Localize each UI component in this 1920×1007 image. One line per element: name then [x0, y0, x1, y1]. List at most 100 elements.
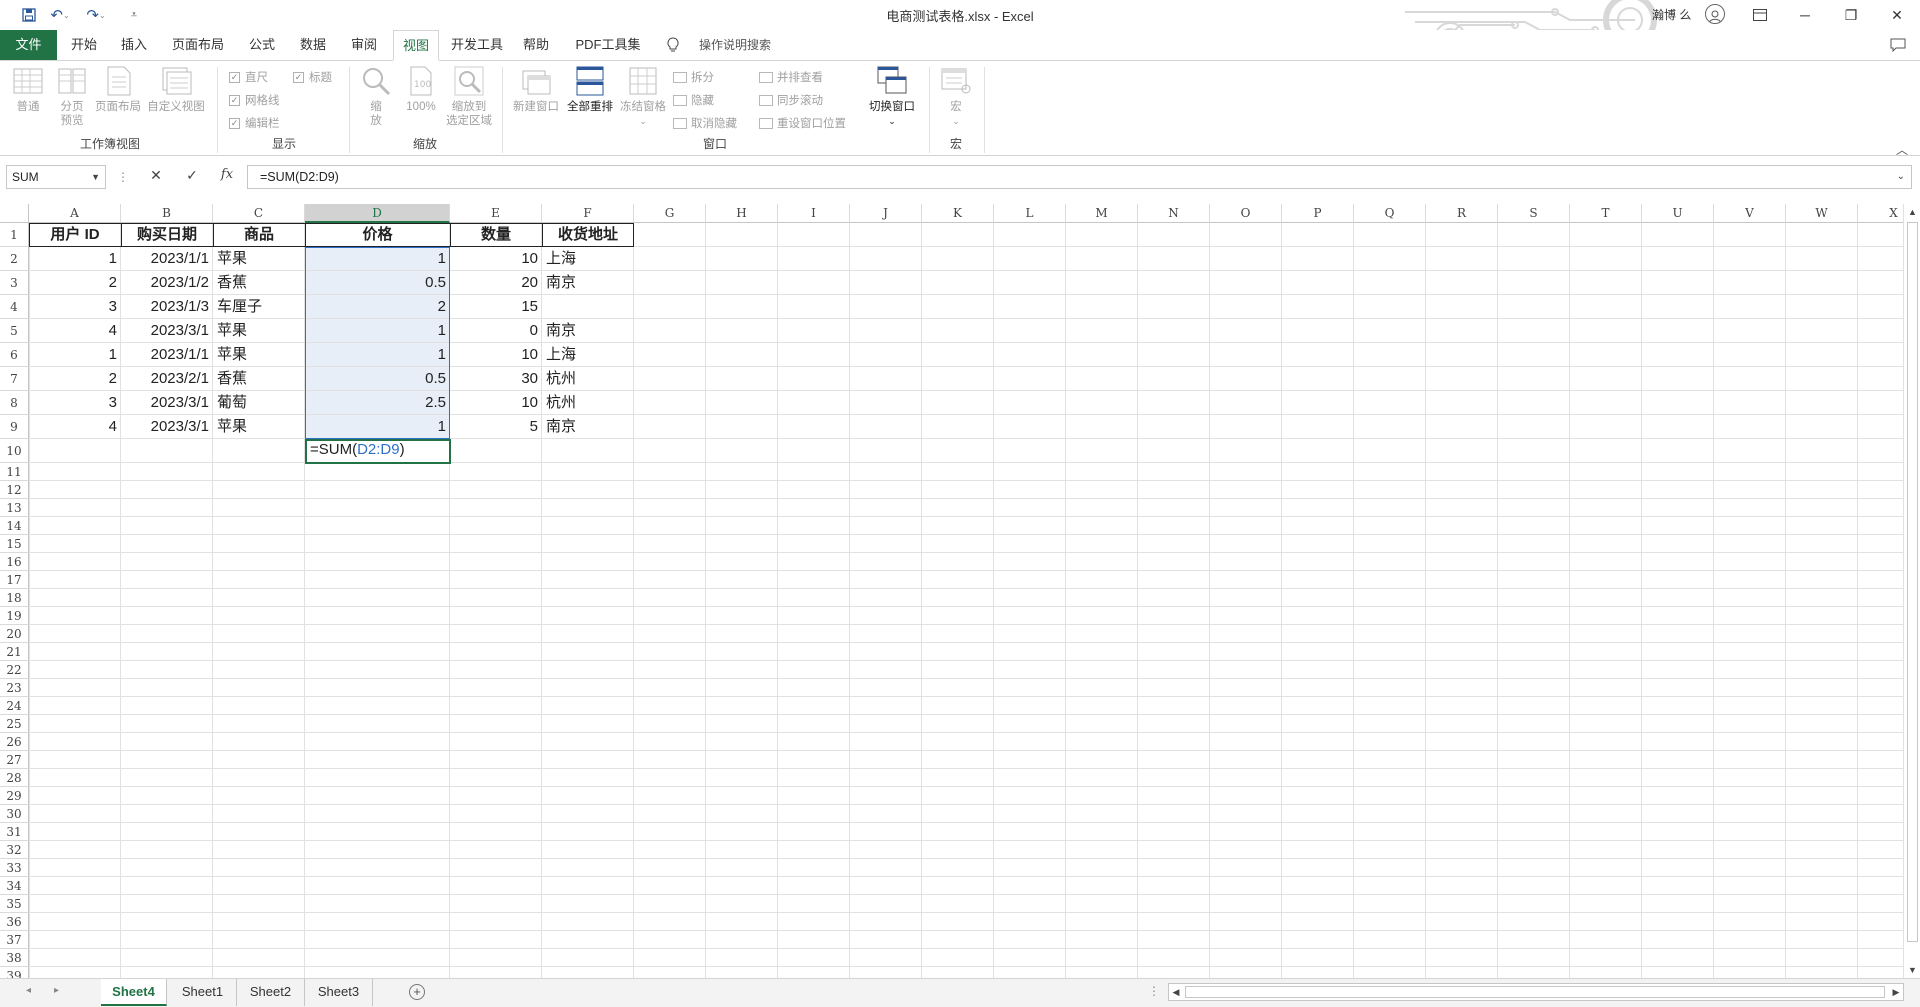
insert-function-icon[interactable]: fx — [216, 167, 238, 182]
table-header-cell[interactable]: 购买日期 — [121, 223, 213, 247]
table-cell[interactable]: 10 — [450, 343, 542, 367]
editing-cell-d10[interactable]: =SUM(D2:D9) — [305, 439, 451, 464]
tell-me-search[interactable]: 操作说明搜索 — [690, 30, 780, 60]
tab-view[interactable]: 视图 — [393, 30, 439, 61]
column-header-x[interactable]: X — [1858, 204, 1903, 223]
row-header[interactable]: 9 — [0, 415, 29, 439]
add-sheet-icon[interactable]: + — [409, 984, 425, 1000]
side-by-side-button[interactable]: 并排查看 — [759, 69, 823, 85]
row-header[interactable]: 4 — [0, 295, 29, 319]
column-header-n[interactable]: N — [1138, 204, 1210, 223]
column-header-g[interactable]: G — [634, 204, 706, 223]
column-header-a[interactable]: A — [29, 204, 121, 223]
row-header[interactable]: 15 — [0, 535, 29, 553]
table-cell[interactable]: 4 — [29, 319, 121, 343]
table-cell[interactable]: 2023/3/1 — [121, 415, 213, 439]
row-header[interactable]: 17 — [0, 571, 29, 589]
formula-input[interactable]: =SUM(D2:D9) ⌄ — [247, 165, 1912, 189]
table-cell[interactable]: 2023/1/1 — [121, 247, 213, 271]
table-cell[interactable]: 20 — [450, 271, 542, 295]
tab-home[interactable]: 开始 — [62, 30, 106, 60]
table-cell[interactable]: 2023/3/1 — [121, 319, 213, 343]
row-header[interactable]: 10 — [0, 439, 29, 463]
row-header[interactable]: 32 — [0, 841, 29, 859]
row-header[interactable]: 29 — [0, 787, 29, 805]
table-cell[interactable]: 10 — [450, 247, 542, 271]
table-cell[interactable]: 3 — [29, 391, 121, 415]
gridlines-checkbox[interactable]: ✓ 网格线 — [229, 92, 280, 108]
row-header[interactable]: 22 — [0, 661, 29, 679]
page-break-preview-button[interactable]: 分页 预览 — [54, 65, 90, 128]
tab-insert[interactable]: 插入 — [112, 30, 156, 60]
vertical-scrollbar[interactable]: ▲ ▼ — [1903, 204, 1920, 978]
row-header[interactable]: 39 — [0, 967, 29, 978]
row-header[interactable]: 20 — [0, 625, 29, 643]
table-header-cell[interactable]: 用户 ID — [29, 223, 121, 247]
row-header[interactable]: 12 — [0, 481, 29, 499]
column-header-m[interactable]: M — [1066, 204, 1138, 223]
table-header-cell[interactable]: 数量 — [450, 223, 542, 247]
column-header-s[interactable]: S — [1498, 204, 1570, 223]
table-cell[interactable]: 上海 — [542, 247, 634, 271]
row-header[interactable]: 1 — [0, 223, 29, 247]
column-header-d[interactable]: D — [305, 204, 450, 223]
table-cell[interactable]: 0 — [450, 319, 542, 343]
row-header[interactable]: 6 — [0, 343, 29, 367]
column-header-f[interactable]: F — [542, 204, 634, 223]
formula-bar-checkbox[interactable]: ✓ 编辑栏 — [229, 115, 280, 131]
collapse-ribbon-icon[interactable]: ︿ — [1896, 141, 1908, 158]
row-header[interactable]: 2 — [0, 247, 29, 271]
cancel-icon[interactable]: ✕ — [145, 167, 167, 184]
column-header-v[interactable]: V — [1714, 204, 1786, 223]
row-header[interactable]: 27 — [0, 751, 29, 769]
row-header[interactable]: 11 — [0, 463, 29, 481]
column-header-j[interactable]: J — [850, 204, 922, 223]
column-header-t[interactable]: T — [1570, 204, 1642, 223]
table-cell[interactable]: 1 — [29, 343, 121, 367]
table-cell[interactable]: 香蕉 — [213, 271, 305, 295]
table-cell[interactable]: 10 — [450, 391, 542, 415]
normal-view-button[interactable]: 普通 — [12, 65, 44, 114]
row-header[interactable]: 18 — [0, 589, 29, 607]
horizontal-scrollbar[interactable]: ◀ ▶ — [1168, 983, 1904, 1001]
row-header[interactable]: 13 — [0, 499, 29, 517]
column-header-q[interactable]: Q — [1354, 204, 1426, 223]
user-name[interactable]: 瀚博 么 — [1652, 6, 1691, 23]
table-cell[interactable]: 南京 — [542, 319, 634, 343]
close-button[interactable]: ✕ — [1874, 0, 1920, 30]
row-header[interactable]: 21 — [0, 643, 29, 661]
table-cell[interactable]: 2023/1/2 — [121, 271, 213, 295]
table-cell[interactable]: 4 — [29, 415, 121, 439]
tab-split-handle[interactable]: ⋮ — [1148, 984, 1160, 998]
custom-view-button[interactable]: 自定义视图 — [146, 65, 206, 114]
row-header[interactable]: 25 — [0, 715, 29, 733]
table-cell[interactable]: 车厘子 — [213, 295, 305, 319]
select-all-corner[interactable] — [0, 204, 29, 223]
table-cell[interactable]: 南京 — [542, 271, 634, 295]
row-header[interactable]: 34 — [0, 877, 29, 895]
new-window-button[interactable]: 新建窗口 — [511, 65, 561, 114]
zoom-button[interactable]: 缩 放 — [361, 65, 391, 128]
split-button[interactable]: 拆分 — [673, 69, 714, 85]
column-header-p[interactable]: P — [1282, 204, 1354, 223]
sheet-tab-sheet2[interactable]: Sheet2 — [237, 979, 305, 1006]
table-cell[interactable] — [542, 295, 634, 319]
table-cell[interactable]: 南京 — [542, 415, 634, 439]
comments-icon[interactable] — [1886, 30, 1910, 60]
table-cell[interactable]: 2023/2/1 — [121, 367, 213, 391]
user-avatar-icon[interactable] — [1705, 4, 1725, 24]
name-box[interactable]: SUM ▼ — [6, 165, 106, 189]
column-header-h[interactable]: H — [706, 204, 778, 223]
next-sheet-icon[interactable]: ▸ — [54, 985, 59, 996]
page-layout-view-button[interactable]: 页面布局 — [94, 65, 142, 114]
column-header-o[interactable]: O — [1210, 204, 1282, 223]
table-cell[interactable]: 苹果 — [213, 319, 305, 343]
prev-sheet-icon[interactable]: ◂ — [26, 985, 31, 996]
table-cell[interactable]: 5 — [450, 415, 542, 439]
row-header[interactable]: 19 — [0, 607, 29, 625]
row-header[interactable]: 33 — [0, 859, 29, 877]
lightbulb-icon[interactable] — [664, 30, 682, 60]
row-header[interactable]: 36 — [0, 913, 29, 931]
row-header[interactable]: 31 — [0, 823, 29, 841]
sheet-tab-sheet3[interactable]: Sheet3 — [305, 979, 373, 1006]
